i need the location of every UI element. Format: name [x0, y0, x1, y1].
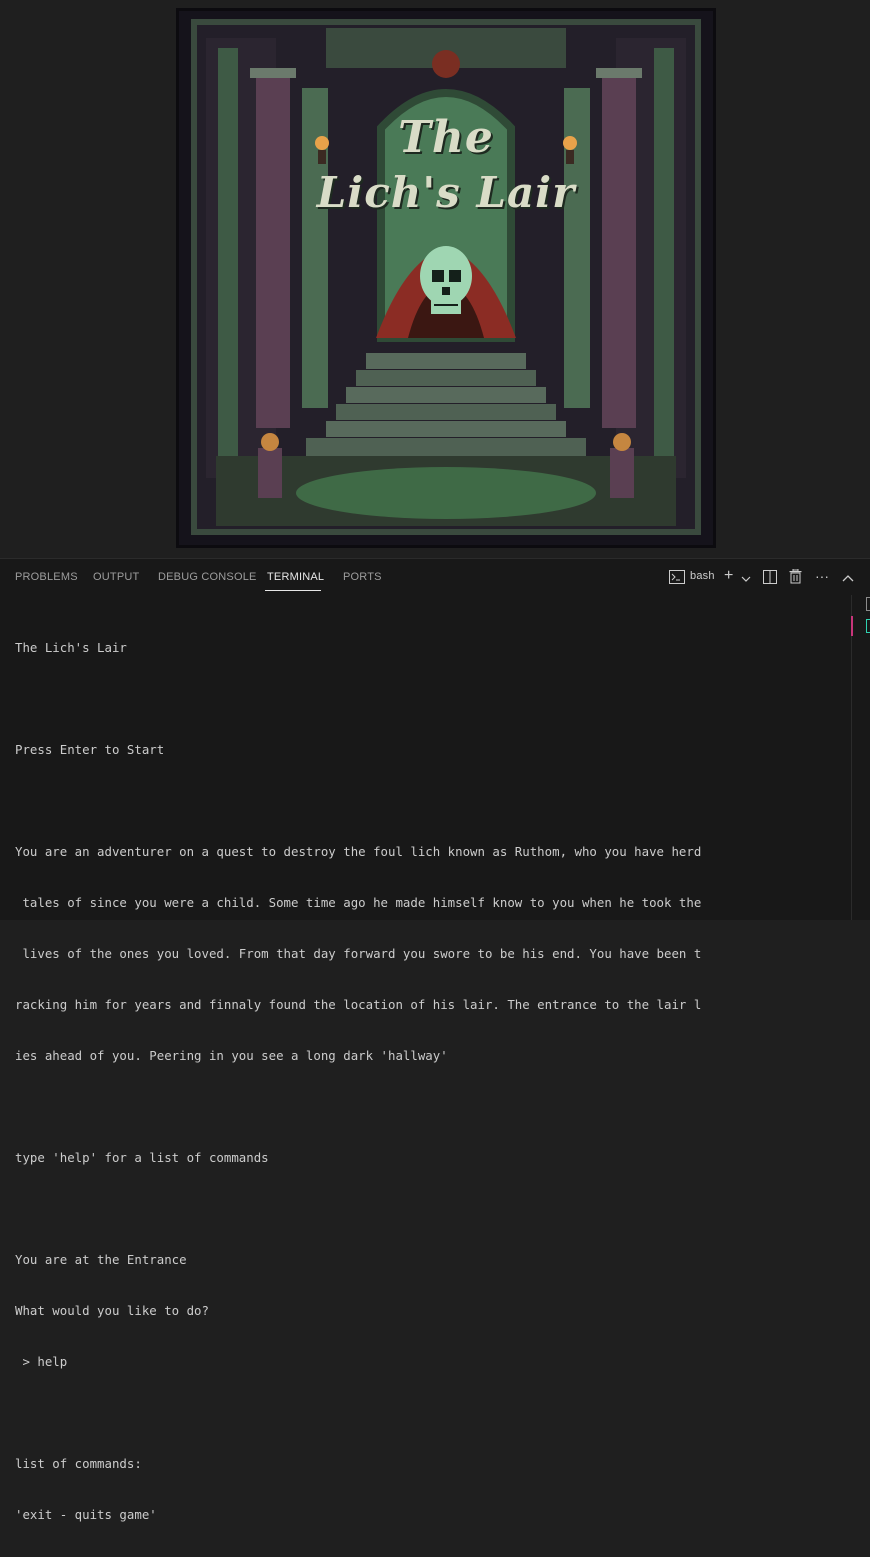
tab-output[interactable]: OUTPUT: [93, 571, 139, 583]
terminal-active-indicator: [851, 616, 853, 636]
tab-problems[interactable]: PROBLEMS: [15, 571, 78, 583]
tab-ports[interactable]: PORTS: [343, 571, 382, 583]
terminal-line: > help: [15, 1354, 68, 1369]
terminal-line: 'exit - quits game': [15, 1507, 157, 1522]
terminal-line: tales of since you were a child. Some ti…: [15, 895, 702, 910]
plus-icon[interactable]: +: [724, 567, 733, 585]
terminal-output[interactable]: The Lich's Lair Press Enter to Start You…: [15, 605, 845, 1557]
artwork-title-line-1: The: [398, 112, 494, 163]
terminal-line: list of commands:: [15, 1456, 142, 1471]
game-cover-image: The Lich's Lair: [176, 8, 716, 548]
split-icon[interactable]: [763, 570, 777, 587]
terminal-line: You are an adventurer on a quest to dest…: [15, 844, 702, 859]
terminal-line: type 'help' for a list of commands: [15, 1150, 269, 1165]
terminal-line: The Lich's Lair: [15, 640, 127, 655]
bottom-panel: PROBLEMS OUTPUT DEBUG CONSOLE TERMINAL P…: [0, 558, 870, 1522]
trash-icon[interactable]: [789, 568, 802, 587]
terminal-tab-icon[interactable]: [866, 597, 870, 611]
terminal-icon[interactable]: [669, 570, 685, 587]
panel-tabbar: PROBLEMS OUTPUT DEBUG CONSOLE TERMINAL P…: [0, 559, 870, 595]
terminal-line: What would you like to do?: [15, 1303, 209, 1318]
editor-area: The Lich's Lair: [0, 0, 870, 558]
lich-lair-illustration: [176, 8, 716, 548]
terminal-line: lives of the ones you loved. From that d…: [15, 946, 702, 961]
terminal-scrollbar[interactable]: [851, 595, 852, 920]
chevron-up-icon[interactable]: [842, 571, 854, 586]
chevron-down-icon[interactable]: [741, 571, 751, 586]
terminal-tab-icon[interactable]: [866, 619, 870, 633]
tab-debug-console[interactable]: DEBUG CONSOLE: [158, 571, 257, 583]
shell-name[interactable]: bash: [690, 570, 715, 582]
terminal-line: You are at the Entrance: [15, 1252, 187, 1267]
active-tab-indicator: [265, 590, 321, 591]
ellipsis-icon[interactable]: ···: [815, 568, 829, 584]
terminal-line: ies ahead of you. Peering in you see a l…: [15, 1048, 448, 1063]
artwork-title-line-2: Lich's Lair: [316, 168, 576, 217]
terminal-line: racking him for years and finnaly found …: [15, 997, 702, 1012]
terminal-line: Press Enter to Start: [15, 742, 165, 757]
tab-terminal[interactable]: TERMINAL: [267, 571, 324, 583]
